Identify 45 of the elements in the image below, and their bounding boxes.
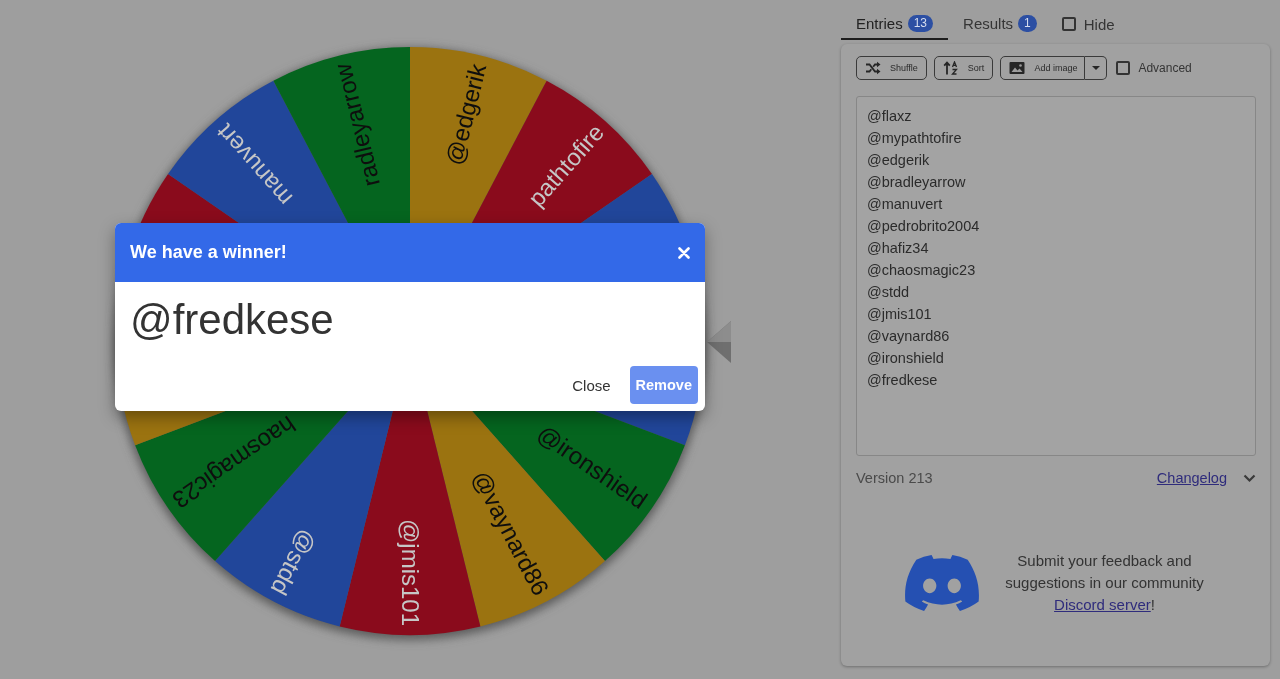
hide-checkbox[interactable] [1061,17,1076,31]
entry-line: @pedrobrito2004 [867,217,981,236]
version-label: Version 213 [856,470,933,486]
entry-line: @bradleyarrow [867,173,967,192]
pointer-icon [707,321,731,363]
wheel-label: @jmis101 [396,518,424,626]
close-text-button[interactable]: Close [563,366,620,404]
entry-line: @chaosmagic23 [867,261,977,280]
sort-icon [942,61,959,75]
entry-line: @hafiz34 [867,239,930,258]
entry-line: @stdd [867,283,911,302]
advanced-checkbox[interactable] [1116,61,1131,75]
close-icon [678,246,690,259]
changelog-link[interactable]: Changelog [1156,470,1227,486]
entry-line: @vaynard86 [867,327,951,346]
tab[interactable]: Results 1 [948,8,1052,40]
dialog-title: We have a winner! [130,242,287,263]
entry-line: @flaxz [867,107,913,126]
entry-line: @fredkese [867,371,939,390]
image-icon [1009,61,1026,75]
discord-link[interactable]: Discord server [1054,596,1151,613]
checkbox-label[interactable]: Advanced [1138,61,1192,75]
shuffle-icon [865,61,881,75]
tab[interactable]: Entries 13 [841,8,949,40]
chevron-down-icon[interactable] [1243,473,1256,483]
add-image-button[interactable]: Add image [1000,56,1086,80]
feedback-text: Submit your feedback and suggestions in our community Discord server! [1004,551,1205,615]
close-button[interactable] [676,244,692,261]
checkbox-label[interactable]: Hide [1083,15,1115,33]
wheel-label: @edgerik [440,61,492,168]
count-badge: 13 [907,14,934,32]
entry-line: @edgerik [867,151,931,170]
entries-field[interactable]: @flaxz @mypathtofire @edgerik @bradleyarrow @manuvert @pedrobrito2004 @hafiz34 @chaosmagic23 @stdd @jmis101 @vaynard86 @ironshield @fredkese [856,96,1256,456]
shuffle-button[interactable]: Shuffle [856,56,927,80]
discord-logo-icon [905,555,979,611]
caret-icon [1091,66,1100,70]
entry-line: @ironshield [867,349,945,368]
sort-button[interactable]: Sort [933,56,994,80]
remove-button[interactable]: Remove [629,366,698,404]
count-badge: 1 [1018,14,1037,32]
dropdown-button[interactable] [1085,56,1108,80]
entry-line: @jmis101 [867,305,933,324]
winner-name: @fredkese [130,296,334,343]
entry-line: @mypathtofire [867,129,963,148]
entry-line: @manuvert [867,195,944,214]
